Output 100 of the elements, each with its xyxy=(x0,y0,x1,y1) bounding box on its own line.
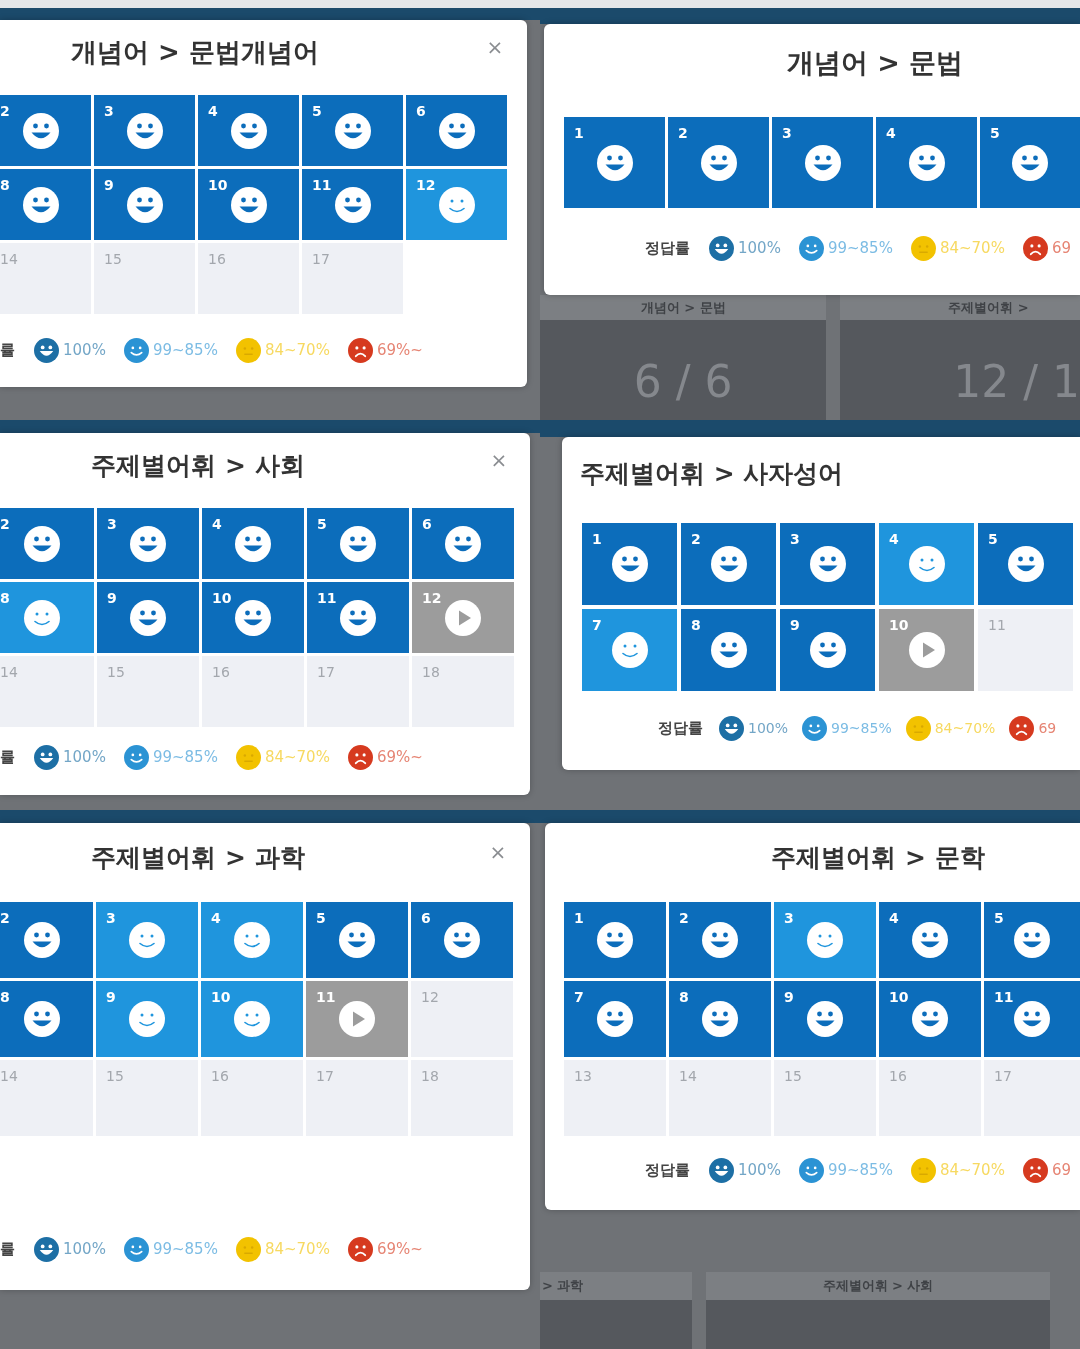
empty-tile: 17 xyxy=(307,656,409,727)
close-button[interactable]: × xyxy=(483,35,507,59)
question-tile[interactable]: 9 xyxy=(97,582,199,653)
legend-range: 84~70% xyxy=(264,1240,330,1258)
empty-tile: 15 xyxy=(774,1060,876,1136)
question-tile[interactable]: 11 xyxy=(307,582,409,653)
grinning-face-icon xyxy=(334,186,371,223)
question-tile[interactable]: 10 xyxy=(198,169,299,240)
question-tile[interactable]: 2 xyxy=(669,902,771,978)
grinning-face-icon xyxy=(24,525,60,562)
legend-range: 69 xyxy=(1051,1161,1071,1179)
question-tile[interactable]: 8 xyxy=(0,169,91,240)
question-tile[interactable]: 9 xyxy=(96,981,198,1057)
legend-label: 률 xyxy=(0,340,15,360)
question-tile[interactable]: 9 xyxy=(780,609,875,691)
question-tile[interactable]: 4 xyxy=(879,902,981,978)
grinning-face-icon xyxy=(339,922,375,958)
legend-range: 100% xyxy=(738,239,781,257)
question-tile[interactable]: 6 xyxy=(411,902,513,978)
question-tile[interactable]: 3 xyxy=(97,508,199,579)
question-tile[interactable]: 2 xyxy=(0,902,93,978)
empty-tile: 12 xyxy=(411,981,513,1057)
question-tile[interactable]: 3 xyxy=(94,95,195,166)
question-tile[interactable]: 5 xyxy=(980,117,1080,208)
question-tile[interactable]: 1 xyxy=(582,523,677,605)
modal-title: 주제별어휘 > 문학 xyxy=(771,842,985,874)
smiling-face-icon xyxy=(438,186,475,223)
question-tile[interactable]: 4 xyxy=(202,508,304,579)
grinning-face-icon xyxy=(22,186,59,223)
empty-tile: 15 xyxy=(96,1060,198,1136)
empty-tile: 15 xyxy=(94,243,195,314)
question-tile[interactable]: 3 xyxy=(96,902,198,978)
question-tile[interactable]: 12 xyxy=(406,169,507,240)
question-tile[interactable]: 7 xyxy=(582,609,677,691)
grinning-face-icon xyxy=(340,525,376,562)
grinning-face-icon xyxy=(1012,144,1048,181)
legend-range: 100% xyxy=(738,1161,781,1179)
question-tile[interactable]: 11 xyxy=(302,169,403,240)
grinning-face-icon xyxy=(908,144,945,181)
question-tile[interactable]: 10 xyxy=(879,981,981,1057)
question-tile[interactable]: 5 xyxy=(307,508,409,579)
smiling-face-icon xyxy=(129,922,165,958)
question-tile[interactable]: 7 xyxy=(564,981,666,1057)
question-tile[interactable]: 4 xyxy=(879,523,974,605)
grinning-face-icon xyxy=(611,546,648,582)
grinning-face-icon xyxy=(444,922,480,958)
question-tile[interactable]: 5 xyxy=(306,902,408,978)
question-tile[interactable]: 3 xyxy=(772,117,873,208)
legend-range: 69%~ xyxy=(376,341,423,359)
question-tile[interactable]: 11 xyxy=(984,981,1080,1057)
question-tile[interactable]: 4 xyxy=(201,902,303,978)
smiling-face-icon xyxy=(129,1001,165,1037)
grinning-face-icon xyxy=(230,186,267,223)
question-tile[interactable]: 10 xyxy=(879,609,974,691)
question-tile[interactable]: 8 xyxy=(0,981,93,1057)
question-tile[interactable]: 6 xyxy=(412,508,514,579)
question-tile[interactable]: 3 xyxy=(780,523,875,605)
legend-range: 84~70% xyxy=(934,720,996,736)
question-tile[interactable]: 10 xyxy=(201,981,303,1057)
empty-tile: 16 xyxy=(879,1060,981,1136)
legend-range: 84~70% xyxy=(939,239,1005,257)
empty-tile: 14 xyxy=(0,243,91,314)
question-tile[interactable]: 2 xyxy=(0,95,91,166)
close-button[interactable]: × xyxy=(487,448,511,472)
question-tile[interactable]: 5 xyxy=(302,95,403,166)
question-tile[interactable]: 8 xyxy=(681,609,776,691)
question-tile[interactable]: 2 xyxy=(668,117,769,208)
legend-range: 99~85% xyxy=(827,1161,893,1179)
legend-range: 84~70% xyxy=(264,748,330,766)
question-tile[interactable]: 12 xyxy=(412,582,514,653)
question-tile[interactable]: 8 xyxy=(669,981,771,1057)
question-tile[interactable]: 4 xyxy=(198,95,299,166)
question-tile[interactable]: 1 xyxy=(564,117,665,208)
question-tile[interactable]: 1 xyxy=(564,902,666,978)
question-tile[interactable]: 9 xyxy=(94,169,195,240)
grinning-face-icon xyxy=(22,112,59,149)
question-tile[interactable]: 3 xyxy=(774,902,876,978)
legend-range: 69%~ xyxy=(376,748,423,766)
question-tile[interactable]: 10 xyxy=(202,582,304,653)
question-tile[interactable]: 2 xyxy=(0,508,94,579)
grinning-face-icon xyxy=(700,144,737,181)
question-tile[interactable]: 5 xyxy=(978,523,1073,605)
smiling-face-icon xyxy=(908,546,945,582)
legend-range: 99~85% xyxy=(152,748,218,766)
close-button[interactable]: × xyxy=(486,840,510,864)
question-tile[interactable]: 9 xyxy=(774,981,876,1057)
empty-tile: 14 xyxy=(0,1060,93,1136)
question-tile[interactable]: 6 xyxy=(406,95,507,166)
question-tile[interactable]: 4 xyxy=(876,117,977,208)
legend-range: 69 xyxy=(1051,239,1071,257)
question-tile[interactable]: 11 xyxy=(306,981,408,1057)
modal-title: 주제별어휘 > 사회 xyxy=(91,451,305,481)
question-tile[interactable]: 2 xyxy=(681,523,776,605)
empty-tile: 16 xyxy=(198,243,299,314)
grinning-face-icon xyxy=(126,186,163,223)
grinning-face-icon xyxy=(235,525,271,562)
grinning-face-icon xyxy=(23,1001,60,1037)
question-tile[interactable]: 8 xyxy=(0,582,94,653)
question-tile[interactable]: 5 xyxy=(984,902,1080,978)
smiling-face-icon xyxy=(611,632,648,668)
